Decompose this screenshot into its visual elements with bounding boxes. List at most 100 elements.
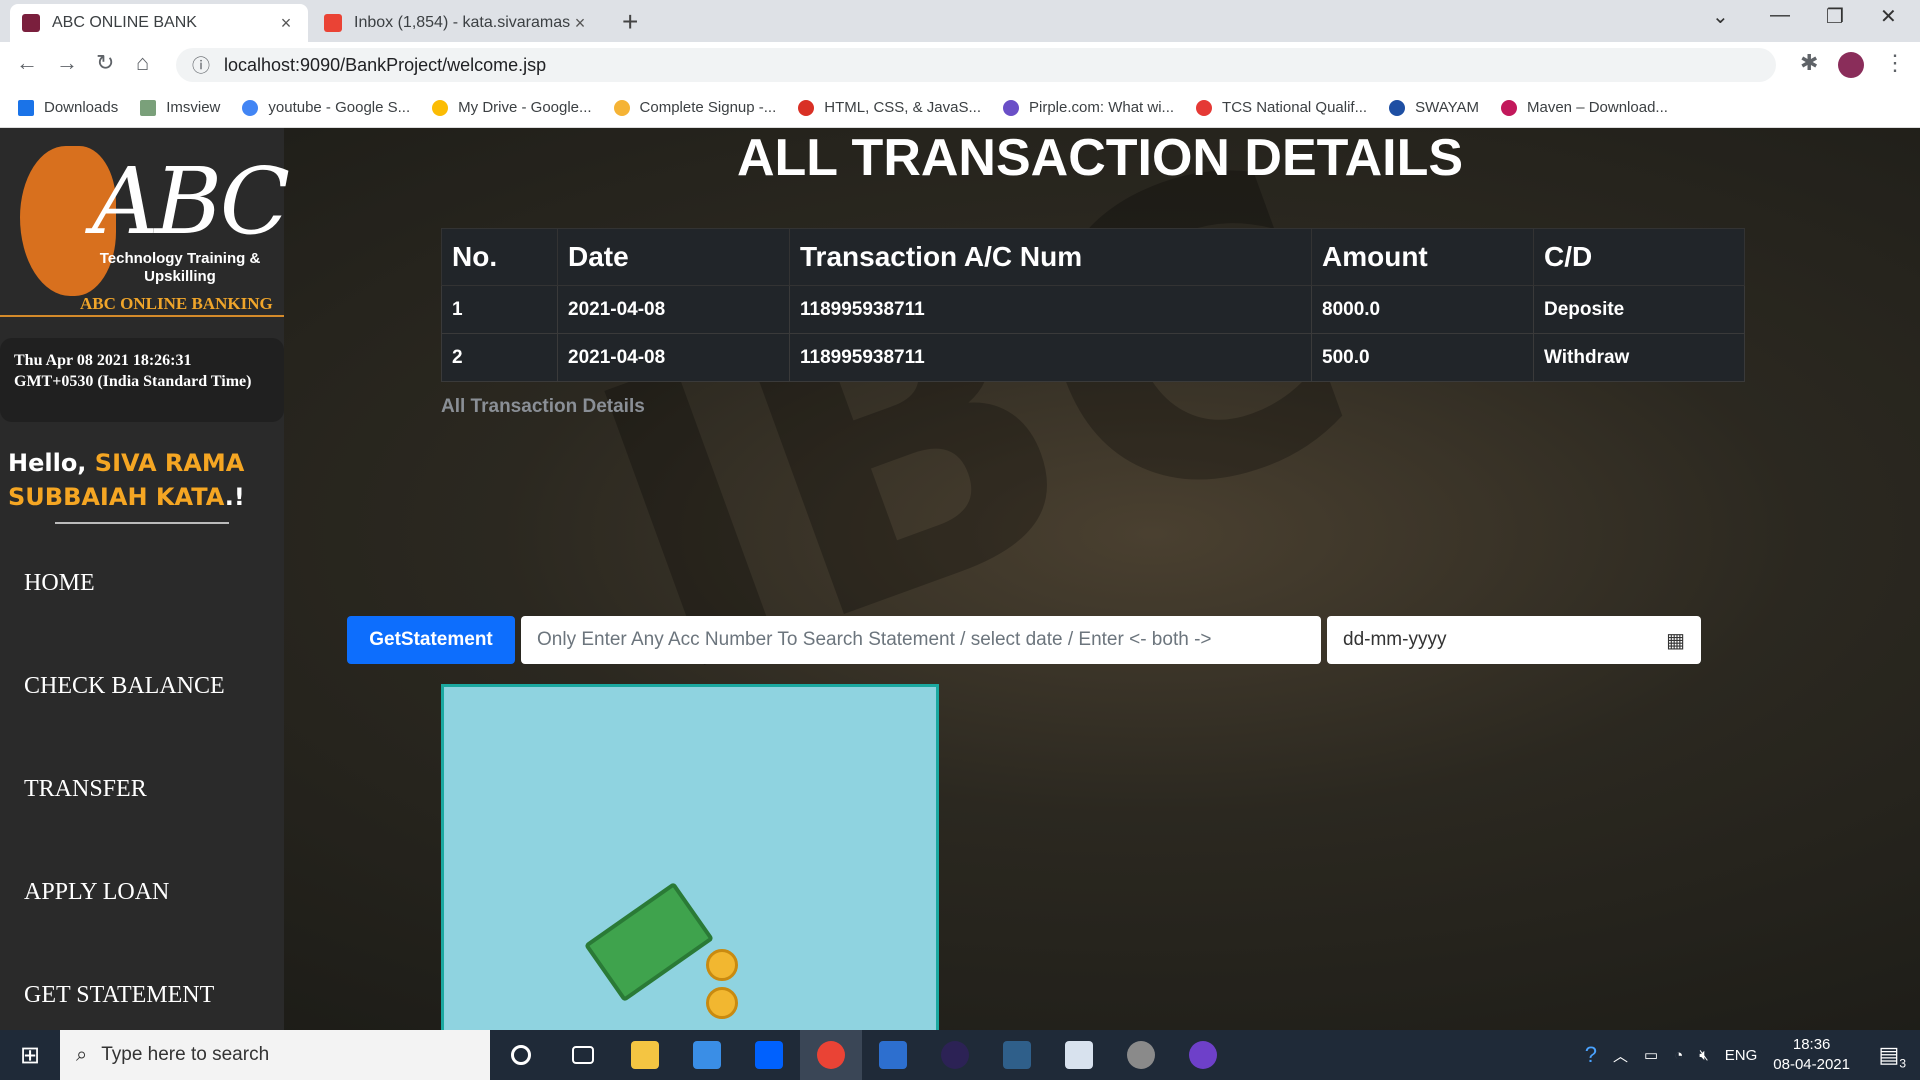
extensions-icon[interactable]: ✱ bbox=[1800, 50, 1818, 76]
greeting: Hello, SIVA RAMA SUBBAIAH KATA.! bbox=[0, 446, 284, 514]
task-view-icon[interactable] bbox=[552, 1030, 614, 1080]
forward-icon[interactable]: → bbox=[56, 50, 78, 76]
dropbox-icon[interactable] bbox=[738, 1030, 800, 1080]
minimize-icon[interactable]: — bbox=[1770, 4, 1790, 27]
close-icon[interactable]: × bbox=[570, 13, 590, 34]
battery-icon[interactable]: ▭ bbox=[1644, 1046, 1658, 1064]
bookmark-maven[interactable]: Maven – Download... bbox=[1501, 99, 1668, 116]
abc-favicon-icon bbox=[22, 14, 40, 32]
nav-home[interactable]: HOME bbox=[24, 570, 95, 597]
reload-icon[interactable]: ↻ bbox=[96, 50, 114, 76]
file-explorer-icon[interactable] bbox=[614, 1030, 676, 1080]
cortana-icon[interactable] bbox=[490, 1030, 552, 1080]
table-header-row: No. Date Transaction A/C Num Amount C/D bbox=[441, 228, 1745, 286]
cell-no: 1 bbox=[441, 285, 558, 334]
cell-amount: 500.0 bbox=[1311, 333, 1534, 382]
get-statement-button[interactable]: GetStatement bbox=[347, 616, 515, 664]
nav-get-statement[interactable]: GET STATEMENT bbox=[24, 982, 214, 1009]
page-viewport: IBC ABC Technology Training & Upskilling… bbox=[0, 128, 1920, 1030]
cell-account: 118995938711 bbox=[789, 285, 1312, 334]
bookmark-swayam[interactable]: SWAYAM bbox=[1389, 99, 1479, 116]
settings-gear-icon[interactable] bbox=[1110, 1030, 1172, 1080]
transactions-table: No. Date Transaction A/C Num Amount C/D … bbox=[441, 228, 1745, 382]
coin-icon bbox=[706, 949, 738, 981]
home-icon[interactable]: ⌂ bbox=[136, 50, 149, 76]
money-illustration-card bbox=[441, 684, 939, 1030]
taskbar-clock[interactable]: 18:36 08-04-2021 bbox=[1773, 1035, 1850, 1075]
mail-icon[interactable] bbox=[676, 1030, 738, 1080]
browser-toolbar: ← → ↻ ⌂ ⓘ localhost:9090/BankProject/wel… bbox=[0, 42, 1920, 88]
tab-abc-online-bank[interactable]: ABC ONLINE BANK × bbox=[10, 4, 308, 42]
tab-gmail-inbox[interactable]: Inbox (1,854) - kata.sivaramasubb × bbox=[312, 4, 602, 42]
bookmark-youtube[interactable]: youtube - Google S... bbox=[242, 99, 410, 116]
bookmark-tcs[interactable]: TCS National Qualif... bbox=[1196, 99, 1367, 116]
statement-search-input[interactable]: Only Enter Any Acc Number To Search Stat… bbox=[521, 616, 1321, 664]
bookmark-downloads[interactable]: Downloads bbox=[18, 99, 118, 116]
window-close-icon[interactable]: ✕ bbox=[1880, 4, 1897, 29]
url-text: localhost:9090/BankProject/welcome.jsp bbox=[224, 54, 547, 75]
nav-transfer[interactable]: TRANSFER bbox=[24, 776, 147, 803]
logo-tagline: Technology Training & Upskilling bbox=[99, 250, 261, 285]
cell-date: 2021-04-08 bbox=[557, 285, 790, 334]
windows-start-icon[interactable]: ⊞ bbox=[0, 1041, 60, 1070]
help-icon[interactable]: ? bbox=[1585, 1042, 1597, 1068]
cell-cd: Deposite bbox=[1533, 285, 1745, 334]
eclipse-icon[interactable] bbox=[924, 1030, 986, 1080]
clock-date: 08-04-2021 bbox=[1773, 1056, 1850, 1073]
taskbar-search[interactable]: ⌕ Type here to search bbox=[60, 1030, 490, 1080]
system-tray: ? ︿ ▭ ◔ 🔇︎ ENG 18:36 08-04-2021 bbox=[1585, 1030, 1850, 1080]
taskbar: ⊞ ⌕ Type here to search ? ︿ ▭ ◔ 🔇︎ ENG 1… bbox=[0, 1030, 1920, 1080]
cell-date: 2021-04-08 bbox=[557, 333, 790, 382]
cell-cd: Withdraw bbox=[1533, 333, 1745, 382]
clock-time: 18:36 bbox=[1792, 1036, 1831, 1053]
bookmark-my-drive[interactable]: My Drive - Google... bbox=[432, 99, 592, 116]
bookmark-html-css[interactable]: HTML, CSS, & JavaS... bbox=[798, 99, 981, 116]
language-indicator[interactable]: ENG bbox=[1725, 1047, 1758, 1064]
notifications-icon[interactable]: ▤3 bbox=[1879, 1042, 1906, 1070]
bookmark-pirple[interactable]: Pirple.com: What wi... bbox=[1003, 99, 1174, 116]
gmail-favicon-icon bbox=[324, 14, 342, 32]
bookmark-imsview[interactable]: Imsview bbox=[140, 99, 220, 116]
back-icon[interactable]: ← bbox=[16, 50, 38, 76]
logo-divider bbox=[0, 315, 284, 317]
profile-avatar[interactable] bbox=[1838, 52, 1864, 78]
background-logo-image: IBC bbox=[543, 128, 1405, 767]
coin-icon bbox=[706, 987, 738, 1019]
column-header-date: Date bbox=[557, 228, 790, 286]
volume-muted-icon[interactable]: 🔇︎ bbox=[1699, 1047, 1708, 1064]
nav-check-balance[interactable]: CHECK BALANCE bbox=[24, 673, 225, 700]
column-header-amount: Amount bbox=[1311, 228, 1534, 286]
table-row: 2 2021-04-08 118995938711 500.0 Withdraw bbox=[441, 333, 1745, 382]
column-header-no: No. bbox=[441, 228, 558, 286]
cell-account: 118995938711 bbox=[789, 333, 1312, 382]
greeting-suffix: .! bbox=[224, 483, 245, 511]
brand-name: ABC ONLINE BANKING bbox=[80, 294, 273, 313]
mysql-workbench-icon[interactable] bbox=[986, 1030, 1048, 1080]
info-icon[interactable]: ⓘ bbox=[192, 52, 210, 78]
app-icon[interactable] bbox=[862, 1030, 924, 1080]
close-icon[interactable]: × bbox=[276, 13, 296, 34]
money-icon bbox=[583, 881, 715, 1003]
browser-titlebar: ABC ONLINE BANK × Inbox (1,854) - kata.s… bbox=[0, 0, 1920, 42]
greeting-prefix: Hello, bbox=[8, 449, 95, 477]
chevron-up-icon[interactable]: ︿ bbox=[1613, 1045, 1628, 1066]
github-icon[interactable] bbox=[1172, 1030, 1234, 1080]
bookmarks-bar: Downloads Imsview youtube - Google S... … bbox=[0, 88, 1920, 128]
wifi-icon[interactable]: ◔ bbox=[1674, 1047, 1683, 1064]
clock-display: Thu Apr 08 2021 18:26:31 GMT+0530 (India… bbox=[0, 338, 284, 422]
nav-apply-loan[interactable]: APPLY LOAN bbox=[24, 879, 169, 906]
address-bar[interactable]: ⓘ localhost:9090/BankProject/welcome.jsp bbox=[176, 48, 1776, 82]
cell-amount: 8000.0 bbox=[1311, 285, 1534, 334]
column-header-cd: C/D bbox=[1533, 228, 1745, 286]
maximize-icon[interactable]: ❐ bbox=[1826, 4, 1844, 29]
date-input[interactable]: dd-mm-yyyy ▦ bbox=[1327, 616, 1701, 664]
chrome-icon[interactable] bbox=[800, 1030, 862, 1080]
table-caption: All Transaction Details bbox=[441, 396, 645, 417]
new-tab-icon[interactable]: + bbox=[622, 6, 638, 38]
menu-icon[interactable]: ⋮ bbox=[1884, 50, 1906, 76]
notepad-icon[interactable] bbox=[1048, 1030, 1110, 1080]
cell-no: 2 bbox=[441, 333, 558, 382]
calendar-icon[interactable]: ▦ bbox=[1666, 628, 1685, 653]
tab-search-icon[interactable]: ⌄ bbox=[1712, 4, 1729, 29]
bookmark-complete-signup[interactable]: Complete Signup -... bbox=[613, 99, 776, 116]
